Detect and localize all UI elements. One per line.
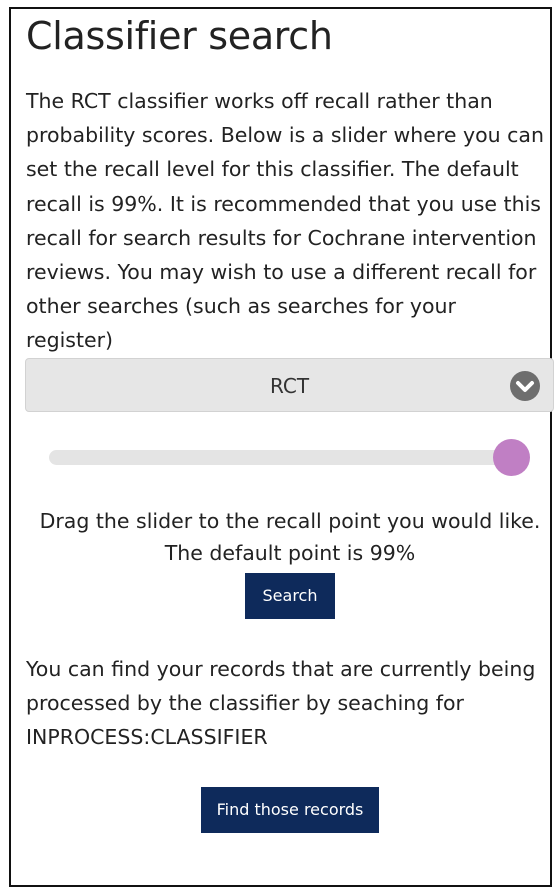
classifier-select-value: RCT (269, 374, 310, 398)
slider-track[interactable] (49, 450, 525, 465)
records-info-text: You can find your records that are curre… (26, 657, 536, 750)
slider-help-line-1: Drag the slider to the recall point you … (39, 509, 541, 533)
slider-help-text: Drag the slider to the recall point you … (20, 505, 560, 569)
search-button[interactable]: Search (245, 573, 335, 619)
chevron-down-icon (510, 371, 540, 401)
slider-thumb[interactable] (492, 439, 530, 476)
page-title: Classifier search (26, 14, 333, 58)
classifier-select[interactable]: RCT (25, 358, 554, 412)
recall-slider[interactable] (49, 436, 530, 478)
find-records-button[interactable]: Find those records (201, 787, 379, 833)
slider-help-line-2: The default point is 99% (164, 541, 416, 565)
intro-paragraph: The RCT classifier works off recall rath… (26, 89, 544, 353)
